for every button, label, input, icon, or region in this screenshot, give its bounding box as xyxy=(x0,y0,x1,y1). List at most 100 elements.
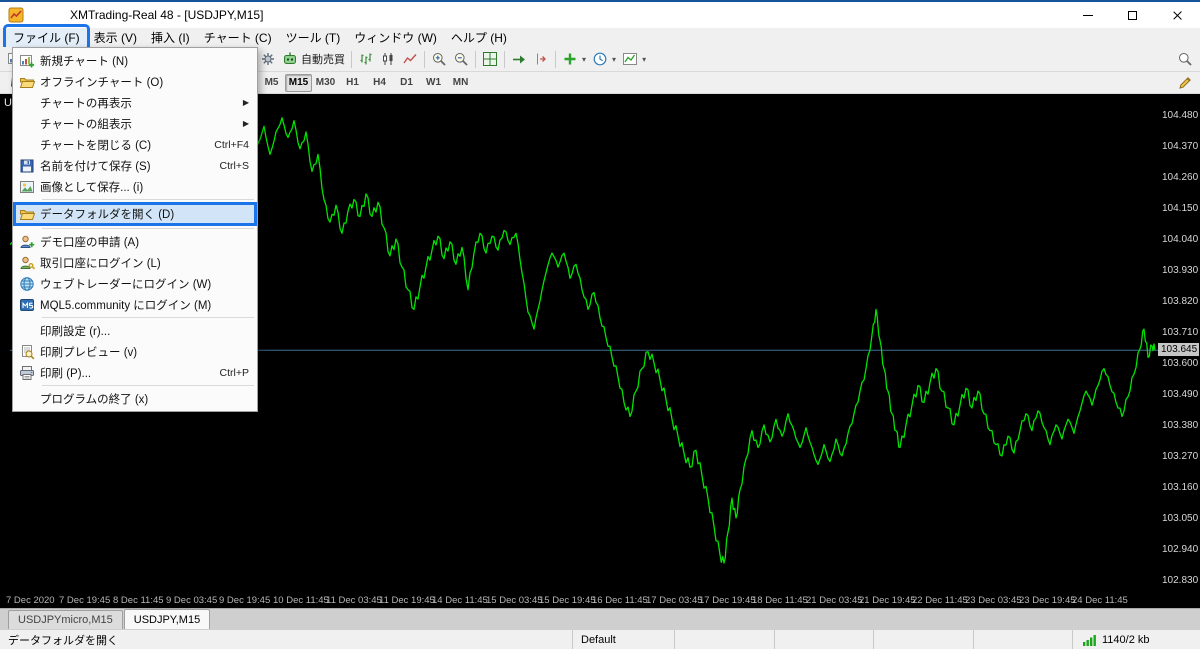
file-menu-dropdown: 新規チャート (N) オフラインチャート (O) チャートの再表示 ▶ チャートの組表示… xyxy=(12,47,258,412)
timeframe-h4[interactable]: H4 xyxy=(366,74,393,92)
price-tick-label: 103.930 xyxy=(1162,265,1199,276)
edit-button[interactable] xyxy=(1174,73,1196,93)
menu-view[interactable]: 表示 (V) xyxy=(87,28,144,47)
file-menu-item-2[interactable]: チャートの再表示 ▶ xyxy=(13,92,257,113)
maximize-button[interactable] xyxy=(1110,2,1155,28)
timeframe-m30[interactable]: M30 xyxy=(312,74,339,92)
image-icon-slot xyxy=(13,179,40,195)
menu-item-label: ウェブトレーダーにログイン (W) xyxy=(40,278,212,291)
timeframe-m15[interactable]: M15 xyxy=(285,73,313,92)
file-menu-item-16[interactable]: 印刷プレビュー (v) xyxy=(13,341,257,362)
time-tick-label: 8 Dec 11:45 xyxy=(113,595,164,606)
file-menu-item-12[interactable]: ウェブトレーダーにログイン (W) xyxy=(13,273,257,294)
file-menu-item-17[interactable]: 印刷 (P)... Ctrl+P xyxy=(13,362,257,383)
menu-item-label: デモ口座の申請 (A) xyxy=(40,236,140,249)
menu-item-label: チャートを閉じる (C) xyxy=(40,139,152,152)
timeframe-m5[interactable]: M5 xyxy=(258,74,285,92)
time-tick-label: 14 Dec 11:45 xyxy=(432,595,488,606)
window-title: XMTrading-Real 48 - [USDJPY,M15] xyxy=(70,8,264,22)
periods-button[interactable]: ▾ xyxy=(589,49,619,69)
menu-separator xyxy=(42,385,254,386)
printer-icon-slot xyxy=(13,365,40,381)
price-tick-label: 103.820 xyxy=(1162,296,1199,307)
traffic-text: 1140/2 kb xyxy=(1102,633,1150,646)
file-menu-item-11[interactable]: 取引口座にログイン (L) xyxy=(13,252,257,273)
time-tick-label: 11 Dec 03:45 xyxy=(326,595,382,606)
price-axis[interactable]: 104.480 104.370 104.260 104.150 104.040 103.9… xyxy=(1158,95,1200,592)
menu-separator xyxy=(42,199,254,200)
menu-file[interactable]: ファイル (F) xyxy=(3,24,90,51)
file-menu-item-0[interactable]: 新規チャート (N) xyxy=(13,50,257,71)
file-menu-item-10[interactable]: デモ口座の申請 (A) xyxy=(13,231,257,252)
chart-tabs: USDJPYmicro,M15 USDJPY,M15 xyxy=(0,608,1200,629)
auto-scroll-button[interactable] xyxy=(508,49,530,69)
price-tick-label: 104.370 xyxy=(1162,141,1199,152)
menu-charts[interactable]: チャート (C) xyxy=(197,28,279,47)
file-menu-item-8[interactable]: データフォルダを開く (D) xyxy=(13,202,257,226)
menu-help[interactable]: ヘルプ (H) xyxy=(444,28,514,47)
minimize-button[interactable] xyxy=(1065,2,1110,28)
line-chart-button[interactable] xyxy=(399,49,421,69)
time-tick-label: 23 Dec 03:45 xyxy=(965,595,1022,606)
menu-separator xyxy=(42,228,254,229)
candlestick-chart-button[interactable] xyxy=(377,49,399,69)
bars-chart-icon xyxy=(358,51,374,67)
menu-item-label: データフォルダを開く (D) xyxy=(40,209,175,221)
timeframe-d1[interactable]: D1 xyxy=(393,74,420,92)
file-menu-item-1[interactable]: オフラインチャート (O) xyxy=(13,71,257,92)
chart-shift-icon xyxy=(533,51,549,67)
account-new-icon-slot xyxy=(13,234,40,250)
file-menu-item-3[interactable]: チャートの組表示 ▶ xyxy=(13,113,257,134)
file-menu-item-19[interactable]: プログラムの終了 (x) xyxy=(13,388,257,409)
dropdown-caret-icon: ▾ xyxy=(612,54,617,64)
menu-item-label: オフラインチャート (O) xyxy=(40,76,164,89)
time-tick-label: 7 Dec 2020 xyxy=(6,595,55,606)
file-menu-item-5[interactable]: 名前を付けて保存 (S) Ctrl+S xyxy=(13,155,257,176)
bar-chart-button[interactable] xyxy=(355,49,377,69)
open-folder-icon-slot xyxy=(13,206,40,222)
close-button[interactable] xyxy=(1155,2,1200,28)
status-bar: データフォルダを開く Default 1140/2 kb xyxy=(0,629,1200,649)
options-button[interactable] xyxy=(257,49,279,69)
price-tick-label: 104.480 xyxy=(1162,110,1199,121)
print-preview-icon xyxy=(19,344,35,360)
templates-icon xyxy=(622,51,638,67)
menu-window[interactable]: ウィンドウ (W) xyxy=(347,28,444,47)
tile-windows-button[interactable] xyxy=(479,49,501,69)
status-profile[interactable]: Default xyxy=(572,630,674,649)
file-menu-item-6[interactable]: 画像として保存... (i) xyxy=(13,176,257,197)
chart-tab-1[interactable]: USDJPY,M15 xyxy=(123,609,211,629)
timeframe-w1[interactable]: W1 xyxy=(420,74,447,92)
autotrading-button[interactable]: 自動売買 xyxy=(279,49,348,69)
zoom-in-button[interactable] xyxy=(428,49,450,69)
chart-tab-0[interactable]: USDJPYmicro,M15 xyxy=(8,610,123,629)
price-tick-label: 103.380 xyxy=(1162,420,1199,431)
maximize-icon xyxy=(1128,10,1137,20)
status-empty-segment xyxy=(773,630,874,649)
candles-chart-icon xyxy=(380,51,396,67)
submenu-arrow-icon: ▶ xyxy=(242,119,249,128)
price-tick-label: 103.600 xyxy=(1162,358,1199,369)
printer-icon xyxy=(19,365,35,381)
search-button[interactable] xyxy=(1174,49,1196,69)
new-chart-icon-slot xyxy=(13,53,40,69)
menu-tools[interactable]: ツール (T) xyxy=(279,28,348,47)
indicators-icon xyxy=(562,51,578,67)
file-menu-item-15[interactable]: 印刷設定 (r)... xyxy=(13,320,257,341)
time-axis[interactable]: 7 Dec 2020 7 Dec 19:45 8 Dec 11:45 9 Dec 03… xyxy=(0,593,1200,608)
chart-shift-button[interactable] xyxy=(530,49,552,69)
file-menu-item-4[interactable]: チャートを閉じる (C) Ctrl+F4 xyxy=(13,134,257,155)
zoom-out-button[interactable] xyxy=(450,49,472,69)
timeframe-h1[interactable]: H1 xyxy=(339,74,366,92)
connection-bars-icon xyxy=(1081,632,1097,648)
indicators-button[interactable]: ▾ xyxy=(559,49,589,69)
options-icon xyxy=(260,51,276,67)
time-tick-label: 15 Dec 19:45 xyxy=(539,595,596,606)
templates-button[interactable]: ▾ xyxy=(619,49,649,69)
price-tick-label: 103.050 xyxy=(1162,513,1199,524)
timeframe-mn[interactable]: MN xyxy=(447,74,474,92)
account-login-icon-slot xyxy=(13,255,40,271)
menu-item-label: 印刷 (P)... xyxy=(40,367,92,380)
menu-insert[interactable]: 挿入 (I) xyxy=(144,28,197,47)
file-menu-item-13[interactable]: MQL5.community にログイン (M) xyxy=(13,294,257,315)
